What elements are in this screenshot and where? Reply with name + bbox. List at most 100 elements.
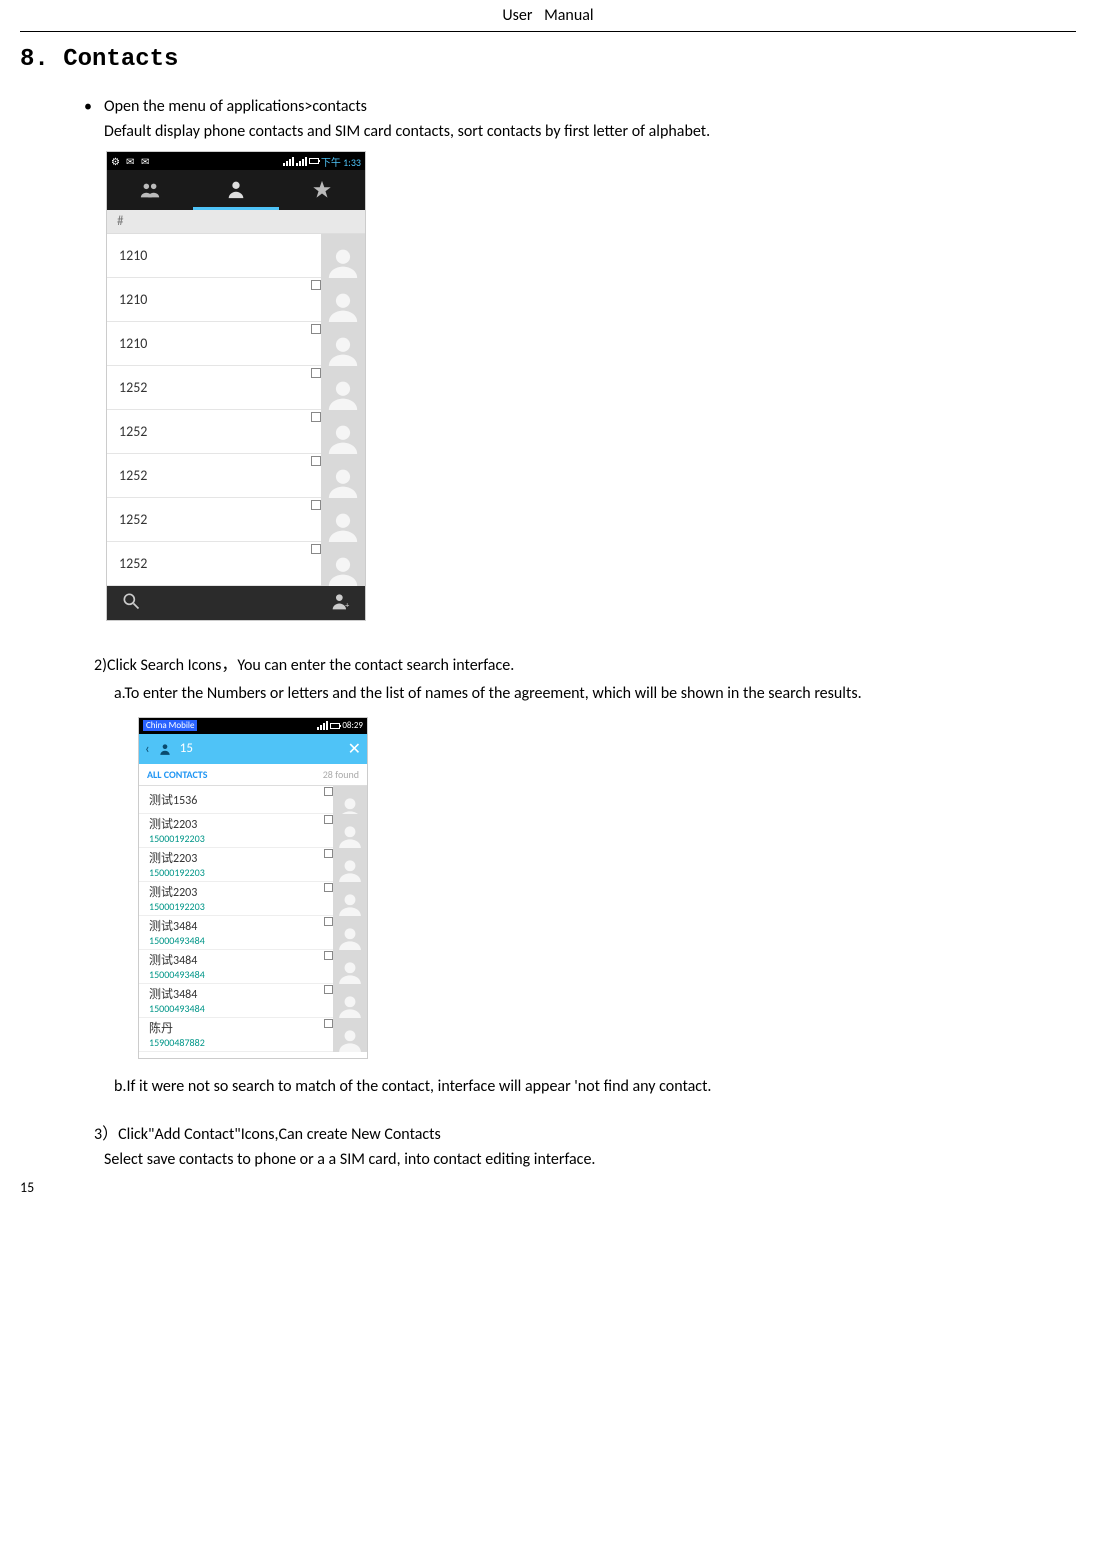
contact-row[interactable]: 1210 xyxy=(107,278,365,322)
signal-icon xyxy=(296,157,307,166)
page-number: 15 xyxy=(20,1179,1076,1196)
star-icon xyxy=(311,179,333,201)
avatar-icon xyxy=(333,1018,367,1052)
groups-icon xyxy=(139,179,161,201)
section-index-hash: # xyxy=(107,210,365,234)
step-3-text: 3）Click"Add Contact"Icons,Can create New… xyxy=(94,1120,1076,1144)
search-result-row[interactable]: 测试348415000493484 xyxy=(139,916,367,950)
svg-text:+: + xyxy=(345,600,349,610)
search-result-row[interactable]: 测试220315000192203 xyxy=(139,814,367,848)
avatar-icon xyxy=(321,366,365,410)
person-icon xyxy=(225,178,247,200)
checkbox[interactable] xyxy=(311,544,321,554)
found-count: 28 found xyxy=(323,768,359,781)
contact-row[interactable]: 1252 xyxy=(107,410,365,454)
search-bar: ‹ 15 ✕ xyxy=(139,734,367,764)
battery-icon xyxy=(309,158,319,164)
checkbox[interactable] xyxy=(324,1019,333,1028)
status-time: 下午 1:33 xyxy=(321,154,361,169)
status-icon: ⚙ xyxy=(111,155,123,167)
step-3-subtext: Select save contacts to phone or a a SIM… xyxy=(104,1150,1076,1169)
page-header: User Manual xyxy=(20,0,1076,31)
status-icon: ✉ xyxy=(126,155,138,167)
all-contacts-label: ALL CONTACTS xyxy=(147,768,207,781)
status-bar-2: China Mobile 08:29 xyxy=(139,718,367,734)
contact-row[interactable]: 1210 xyxy=(107,234,365,278)
back-icon[interactable]: ‹ xyxy=(145,740,150,757)
checkbox[interactable] xyxy=(311,280,321,290)
avatar-icon xyxy=(333,950,367,984)
search-result-row[interactable]: 测试348415000493484 xyxy=(139,950,367,984)
step-2-text: 2)Click Search Icons，You can enter the c… xyxy=(94,651,1076,675)
search-result-row[interactable]: 测试220315000192203 xyxy=(139,882,367,916)
carrier-label: China Mobile xyxy=(143,720,197,731)
contact-name: 1252 xyxy=(119,511,147,528)
tab-bar xyxy=(107,170,365,210)
status-time-2: 08:29 xyxy=(342,720,363,731)
checkbox[interactable] xyxy=(311,324,321,334)
avatar-icon xyxy=(333,916,367,950)
add-contact-icon[interactable]: + xyxy=(331,591,351,616)
avatar-icon xyxy=(333,814,367,848)
checkbox[interactable] xyxy=(324,917,333,926)
tab-groups[interactable] xyxy=(107,170,193,210)
status-bar: ⚙ ✉ ✉ 下午 1:33 xyxy=(107,152,365,170)
contact-name: 1210 xyxy=(119,291,147,308)
step-2b-text: b.If it were not so search to match of t… xyxy=(114,1077,1076,1096)
checkbox[interactable] xyxy=(324,787,333,796)
contact-row[interactable]: 1252 xyxy=(107,454,365,498)
checkbox[interactable] xyxy=(311,412,321,422)
search-result-row[interactable]: 测试348415000493484 xyxy=(139,984,367,1018)
contact-row[interactable]: 1210 xyxy=(107,322,365,366)
results-header: ALL CONTACTS 28 found xyxy=(139,764,367,786)
checkbox[interactable] xyxy=(324,883,333,892)
status-icon: ✉ xyxy=(141,155,153,167)
tab-contacts[interactable] xyxy=(193,170,279,210)
screenshot-contacts-list: ⚙ ✉ ✉ 下午 1:33 # I 12101 xyxy=(106,151,366,621)
checkbox[interactable] xyxy=(324,951,333,960)
header-rule xyxy=(20,31,1076,32)
contacts-list-body: I 12101210121012521252125212521252 xyxy=(107,234,365,586)
avatar-icon xyxy=(321,234,365,278)
avatar-icon xyxy=(321,322,365,366)
bullet1-subtext: Default display phone contacts and SIM c… xyxy=(104,122,1076,141)
contact-name: 1252 xyxy=(119,555,147,572)
person-small-icon xyxy=(158,742,172,756)
battery-icon xyxy=(330,723,340,729)
checkbox[interactable] xyxy=(311,456,321,466)
checkbox[interactable] xyxy=(311,368,321,378)
avatar-icon xyxy=(333,984,367,1018)
bullet-text-1: Open the menu of applications>contacts xyxy=(104,97,1076,116)
contact-row[interactable]: 1252 xyxy=(107,542,365,586)
search-result-row[interactable]: 测试1536 xyxy=(139,786,367,814)
bottom-bar: + xyxy=(107,586,365,620)
step-2a-text: a.To enter the Numbers or letters and th… xyxy=(20,681,1076,707)
signal-icon xyxy=(283,157,294,166)
avatar-icon xyxy=(333,848,367,882)
contact-row[interactable]: 1252 xyxy=(107,498,365,542)
search-result-row[interactable]: 测试220315000192203 xyxy=(139,848,367,882)
checkbox[interactable] xyxy=(324,985,333,994)
checkbox[interactable] xyxy=(311,500,321,510)
clear-icon[interactable]: ✕ xyxy=(348,739,361,759)
avatar-icon xyxy=(321,410,365,454)
contact-row[interactable]: 1252 xyxy=(107,366,365,410)
search-query[interactable]: 15 xyxy=(180,741,340,756)
checkbox[interactable] xyxy=(324,815,333,824)
contact-name: 1252 xyxy=(119,467,147,484)
avatar-icon xyxy=(321,542,365,586)
screenshot-search-results: China Mobile 08:29 ‹ 15 ✕ ALL CONTACTS 2… xyxy=(138,717,368,1059)
checkbox[interactable] xyxy=(324,849,333,858)
contact-name: 1210 xyxy=(119,335,147,352)
section-heading: 8. Contacts xyxy=(20,46,1076,73)
tab-favorites[interactable] xyxy=(279,170,365,210)
contact-name: 1252 xyxy=(119,423,147,440)
search-icon[interactable] xyxy=(121,591,141,616)
avatar-icon xyxy=(321,498,365,542)
avatar-icon xyxy=(321,278,365,322)
search-result-row[interactable]: 陈丹15900487882 xyxy=(139,1018,367,1052)
signal-icon xyxy=(317,721,328,730)
avatar-icon xyxy=(321,454,365,498)
avatar-icon xyxy=(333,882,367,916)
bullet-dot: • xyxy=(84,97,104,116)
